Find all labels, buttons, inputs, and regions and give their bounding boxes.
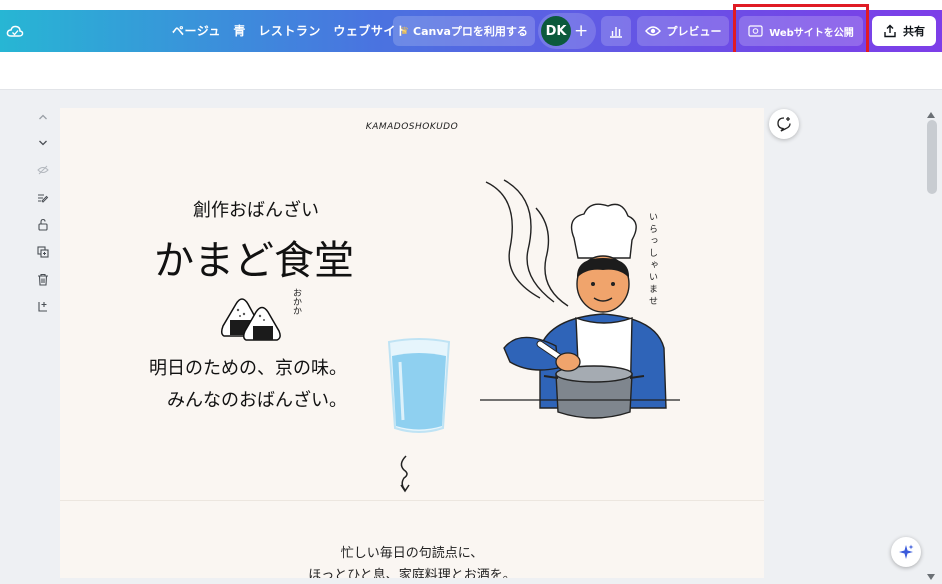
- plus-icon[interactable]: +: [574, 16, 588, 46]
- add-page-icon[interactable]: [36, 300, 50, 314]
- design-title[interactable]: ページュ 青 レストラン ウェブサイト: [172, 10, 408, 52]
- okaka-label: おかか: [291, 288, 301, 315]
- chevron-up-icon[interactable]: [36, 112, 50, 126]
- share-icon: [884, 24, 896, 38]
- add-comment-icon: [777, 117, 791, 132]
- tagline-line1: 明日のための、京の味。: [149, 358, 347, 379]
- stats-icon: [610, 27, 622, 38]
- scroll-down-icon[interactable]: [394, 454, 416, 494]
- body-text-line2: ほっとひと息、家庭料理とお酒を。: [308, 568, 516, 578]
- page-subtitle: 創作おばんざい: [193, 200, 319, 221]
- cloud-icon[interactable]: [6, 22, 24, 40]
- magic-icon: [899, 544, 914, 559]
- scroll-up-arrow-icon[interactable]: [927, 112, 935, 118]
- crown-icon: ♛: [400, 25, 410, 37]
- insights-button[interactable]: [601, 16, 631, 46]
- water-glass-illustration: [387, 338, 451, 433]
- chevron-down-icon[interactable]: [36, 138, 50, 152]
- preview-button[interactable]: プレビュー: [637, 16, 729, 46]
- edit-notes-icon[interactable]: [36, 192, 50, 206]
- section-divider: [60, 500, 764, 501]
- preview-label: プレビュー: [666, 25, 722, 38]
- magic-assistant-button[interactable]: [891, 537, 921, 567]
- onigiri-illustration: [220, 298, 281, 341]
- lock-icon[interactable]: [36, 218, 50, 232]
- editor-header-band: [0, 52, 942, 90]
- scrollbar-thumb[interactable]: [927, 120, 937, 194]
- brand-logo-text: KAMADOSHOKUDO: [365, 122, 459, 132]
- scroll-down-arrow-icon[interactable]: [927, 574, 935, 580]
- eye-icon: [644, 26, 661, 36]
- avatar[interactable]: DK: [541, 16, 571, 46]
- tagline-line2: みんなのおばんざい。: [167, 390, 347, 411]
- canva-pro-button[interactable]: ♛ Canvaプロを利用する: [393, 16, 535, 46]
- page-title: かまど食堂: [154, 238, 354, 284]
- hide-icon[interactable]: [36, 165, 50, 179]
- add-comment-button[interactable]: [769, 109, 799, 139]
- share-button[interactable]: 共有: [872, 16, 936, 46]
- trash-icon[interactable]: [36, 273, 50, 287]
- share-label: 共有: [903, 25, 925, 38]
- website-page[interactable]: KAMADOSHOKUDO 創作おばんざい かまど食堂 おかか 明日のための、京…: [60, 108, 764, 578]
- body-text-line1: 忙しい毎日の句読点に、: [340, 546, 484, 561]
- chef-speech-text: いらっしゃいませ: [647, 212, 657, 308]
- duplicate-icon[interactable]: [36, 246, 50, 260]
- canva-pro-label: Canvaプロを利用する: [413, 25, 528, 38]
